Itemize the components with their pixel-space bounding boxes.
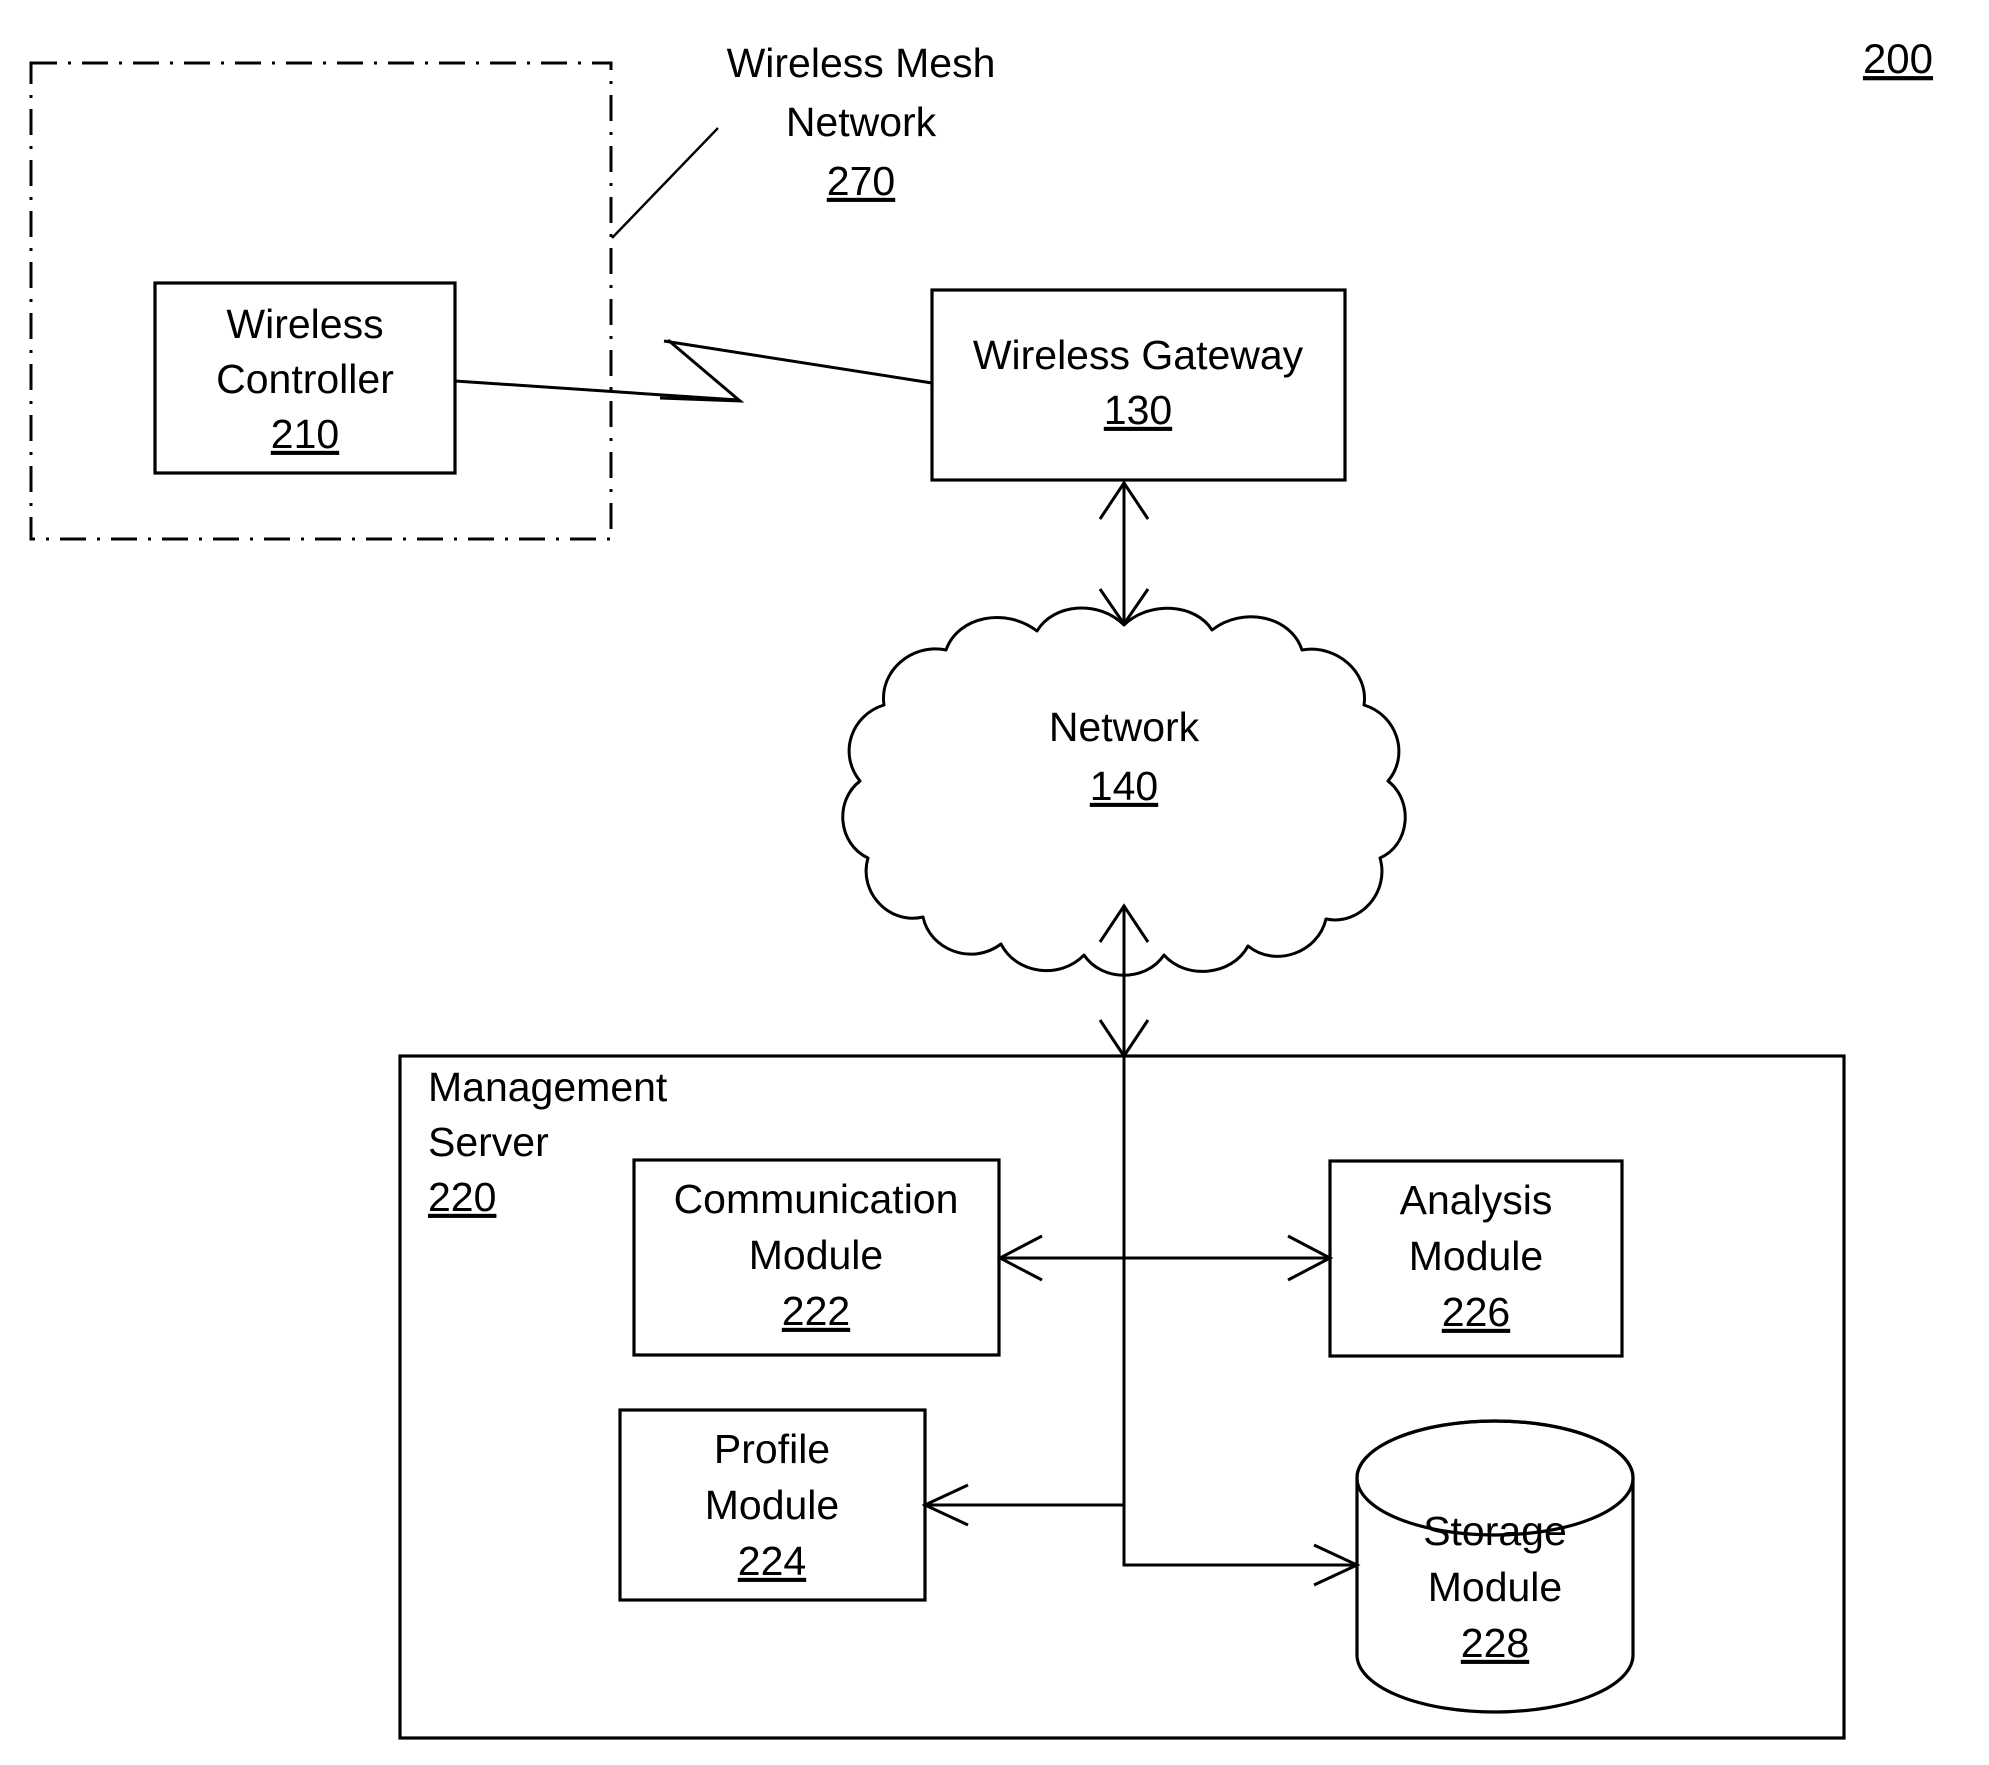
management-server-label-line1: Management (428, 1064, 668, 1110)
analysis-module-label-line1: Analysis (1400, 1177, 1553, 1223)
figure-number: 200 (1863, 35, 1933, 82)
patent-figure-200: 200 Wireless Mesh Network 270 Wireless C… (0, 0, 1989, 1765)
analysis-module-label-line2: Module (1409, 1233, 1543, 1279)
network-cloud-ref: 140 (1090, 763, 1158, 809)
connector-gateway-network (1098, 480, 1150, 627)
mesh-network-label-line2: Network (786, 99, 937, 145)
controller-gateway-line-left (663, 339, 933, 385)
mesh-network-ref: 270 (827, 158, 895, 204)
communication-module-label-line1: Communication (674, 1176, 959, 1222)
storage-module-ref: 228 (1461, 1620, 1529, 1666)
wireless-controller-label-line1: Wireless (226, 301, 383, 347)
profile-module-label-line2: Module (705, 1482, 839, 1528)
storage-module-label-line1: Storage (1423, 1508, 1567, 1554)
profile-module-ref: 224 (738, 1538, 806, 1584)
wireless-gateway-label-line1: Wireless Gateway (973, 332, 1304, 378)
connector-bus-storage (1124, 1543, 1361, 1587)
management-server-internal-bus (1122, 1056, 1160, 1567)
wireless-controller-ref: 210 (271, 411, 339, 457)
management-server-ref: 220 (428, 1174, 496, 1220)
diagram-canvas: 200 Wireless Mesh Network 270 Wireless C… (29, 35, 1933, 1740)
wireless-controller-label-line2: Controller (216, 356, 394, 402)
wireless-gateway-ref: 130 (1104, 387, 1172, 433)
mesh-network-leader-line (611, 127, 719, 239)
profile-module-label-line1: Profile (714, 1426, 830, 1472)
storage-module-label-line2: Module (1428, 1564, 1562, 1610)
controller-gateway-arrowhead-right (659, 338, 745, 403)
connector-controller-gateway (454, 338, 933, 403)
communication-module-label-line2: Module (749, 1232, 883, 1278)
connector-communication-analysis (996, 1234, 1334, 1282)
wireless-gateway-box[interactable] (930, 288, 1347, 482)
connector-bus-profile (921, 1483, 1124, 1527)
network-cloud-label-line1: Network (1049, 704, 1200, 750)
analysis-module-ref: 226 (1442, 1289, 1510, 1335)
communication-module-ref: 222 (782, 1288, 850, 1334)
controller-gateway-line-right (454, 379, 739, 402)
mesh-network-label-line1: Wireless Mesh (727, 40, 996, 86)
management-server-label-line2: Server (428, 1119, 549, 1165)
